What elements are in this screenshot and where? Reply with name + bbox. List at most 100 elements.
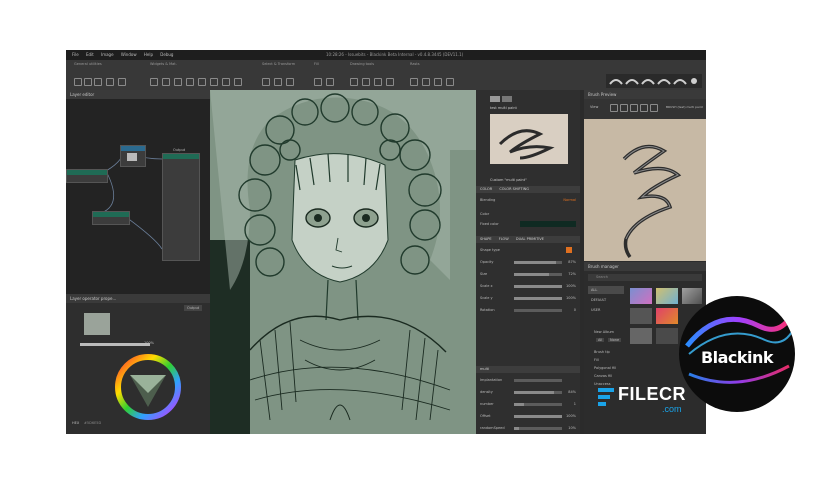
shape-type-swatch[interactable] xyxy=(566,247,572,253)
tab-flow[interactable]: FLOW xyxy=(499,237,509,241)
node-blend[interactable] xyxy=(92,211,130,225)
brush-thumb[interactable] xyxy=(656,288,678,304)
node-layer[interactable] xyxy=(120,145,146,167)
node-input[interactable] xyxy=(66,169,108,183)
multi-param-slider[interactable] xyxy=(514,415,562,418)
tab-shape[interactable]: SHAPE xyxy=(480,237,492,241)
shape-param-slider[interactable] xyxy=(514,297,562,300)
category-default[interactable]: DEFAULT xyxy=(591,298,606,302)
menu-image[interactable]: Image xyxy=(101,52,114,57)
tab-dual-primitive[interactable]: DUAL PRIMITIVE xyxy=(516,237,544,241)
brush-thumb[interactable] xyxy=(630,288,652,304)
preset-thumb-1[interactable] xyxy=(490,96,500,102)
select-icon[interactable] xyxy=(262,78,270,86)
shape-param-slider[interactable] xyxy=(514,261,562,264)
shape-param-row[interactable]: Size 72% xyxy=(480,270,576,278)
all-button[interactable]: All xyxy=(596,338,605,342)
tab-color-shifting[interactable]: COLOR SHIFTING xyxy=(499,187,529,191)
blending-row[interactable]: Blending Normal xyxy=(480,196,576,204)
shape-param-slider[interactable] xyxy=(514,273,562,276)
mirror-icon[interactable] xyxy=(198,78,206,86)
material-icon[interactable] xyxy=(162,78,170,86)
menu-help[interactable]: Help xyxy=(144,52,153,57)
multi-param-row[interactable]: Offset 100% xyxy=(480,412,576,420)
new-album-label[interactable]: New Album xyxy=(594,330,614,334)
zoom-out-icon[interactable] xyxy=(640,104,648,112)
shape-param-slider[interactable] xyxy=(514,309,562,312)
brush-preset-strip[interactable] xyxy=(606,74,702,88)
filter-polygonal-fill[interactable]: Polygonal fill xyxy=(594,366,616,370)
menu-window[interactable]: Window xyxy=(121,52,137,57)
fill-icon[interactable] xyxy=(314,78,322,86)
undo-icon[interactable] xyxy=(74,78,82,86)
eraser-icon[interactable] xyxy=(362,78,370,86)
multi-param-row[interactable]: number 1 xyxy=(480,400,576,408)
hand-icon[interactable] xyxy=(222,78,230,86)
category-user[interactable]: USER xyxy=(591,308,600,312)
shape-type-row[interactable]: Shape type xyxy=(480,246,576,254)
multi-param-slider[interactable] xyxy=(514,427,562,430)
opacity-slider[interactable] xyxy=(80,343,150,346)
layer-add-icon[interactable] xyxy=(446,78,454,86)
multi-param-slider[interactable] xyxy=(514,391,562,394)
eye-icon[interactable] xyxy=(210,78,218,86)
brush-thumb[interactable] xyxy=(656,328,678,344)
blending-label: Blending xyxy=(480,198,496,202)
shape-param-row[interactable]: Rotation 0 xyxy=(480,306,576,314)
brush-search-input[interactable]: Search xyxy=(588,274,702,281)
redo-icon[interactable] xyxy=(84,78,92,86)
shape-param-row[interactable]: Scale y 100% xyxy=(480,294,576,302)
fixed-color-swatch[interactable] xyxy=(520,221,576,227)
category-all[interactable]: ALL xyxy=(588,286,624,294)
gradient-icon[interactable] xyxy=(326,78,334,86)
wave-icon[interactable] xyxy=(650,104,658,112)
multi-param-slider[interactable] xyxy=(514,403,562,406)
open-icon[interactable] xyxy=(118,78,126,86)
filter-brush-tip[interactable]: Brush tip xyxy=(594,350,610,354)
grid-icon[interactable] xyxy=(186,78,194,86)
tab-color[interactable]: COLOR xyxy=(480,187,492,191)
shape-param-slider[interactable] xyxy=(514,285,562,288)
layer-editor-graph[interactable]: Output xyxy=(66,99,210,294)
transform-icon[interactable] xyxy=(286,78,294,86)
brush-thumb[interactable] xyxy=(630,328,652,344)
picker-icon[interactable] xyxy=(386,78,394,86)
smudge-icon[interactable] xyxy=(374,78,382,86)
lasso-icon[interactable] xyxy=(274,78,282,86)
shape-param-row[interactable]: Opacity 87% xyxy=(480,258,576,266)
multi-param-row[interactable]: Implantation xyxy=(480,376,576,384)
brush-thumb[interactable] xyxy=(656,308,678,324)
menu-file[interactable]: File xyxy=(72,52,79,57)
raster-icon[interactable] xyxy=(410,78,418,86)
preset-thumb-2[interactable] xyxy=(502,96,512,102)
color-wheel[interactable] xyxy=(114,353,182,421)
save-icon[interactable] xyxy=(94,78,102,86)
menu-debug[interactable]: Debug xyxy=(160,52,173,57)
multi-param-row[interactable]: randomSpeed 10% xyxy=(480,424,576,432)
new-icon[interactable] xyxy=(106,78,114,86)
hex-value[interactable]: #5D6E5D xyxy=(84,421,101,425)
zoom-in-icon[interactable] xyxy=(630,104,638,112)
text-icon[interactable] xyxy=(434,78,442,86)
rotate-icon[interactable] xyxy=(610,104,618,112)
drawing-canvas[interactable] xyxy=(210,90,476,434)
multi-param-slider[interactable] xyxy=(514,379,562,382)
zoom-icon[interactable] xyxy=(234,78,242,86)
layer-icon[interactable] xyxy=(174,78,182,86)
node-output[interactable]: Output xyxy=(162,148,200,261)
shape-icon[interactable] xyxy=(422,78,430,86)
none-button[interactable]: None xyxy=(608,338,622,342)
multi-param-row[interactable]: density 84% xyxy=(480,388,576,396)
filter-fill[interactable]: Fill xyxy=(594,358,599,362)
tab-multi[interactable]: multi xyxy=(480,367,489,371)
filter-canvas-fill[interactable]: Canvas fill xyxy=(594,374,612,378)
shape-param-row[interactable]: Scale x 100% xyxy=(480,282,576,290)
sun-icon[interactable] xyxy=(620,104,628,112)
brush-preview-canvas[interactable] xyxy=(584,119,706,261)
widget-icon[interactable] xyxy=(150,78,158,86)
brush-icon[interactable] xyxy=(350,78,358,86)
brush-thumb[interactable] xyxy=(630,308,652,324)
output-button[interactable]: Output xyxy=(184,305,203,311)
fixed-color-row[interactable]: Fixed color xyxy=(480,220,576,228)
menu-edit[interactable]: Edit xyxy=(86,52,94,57)
